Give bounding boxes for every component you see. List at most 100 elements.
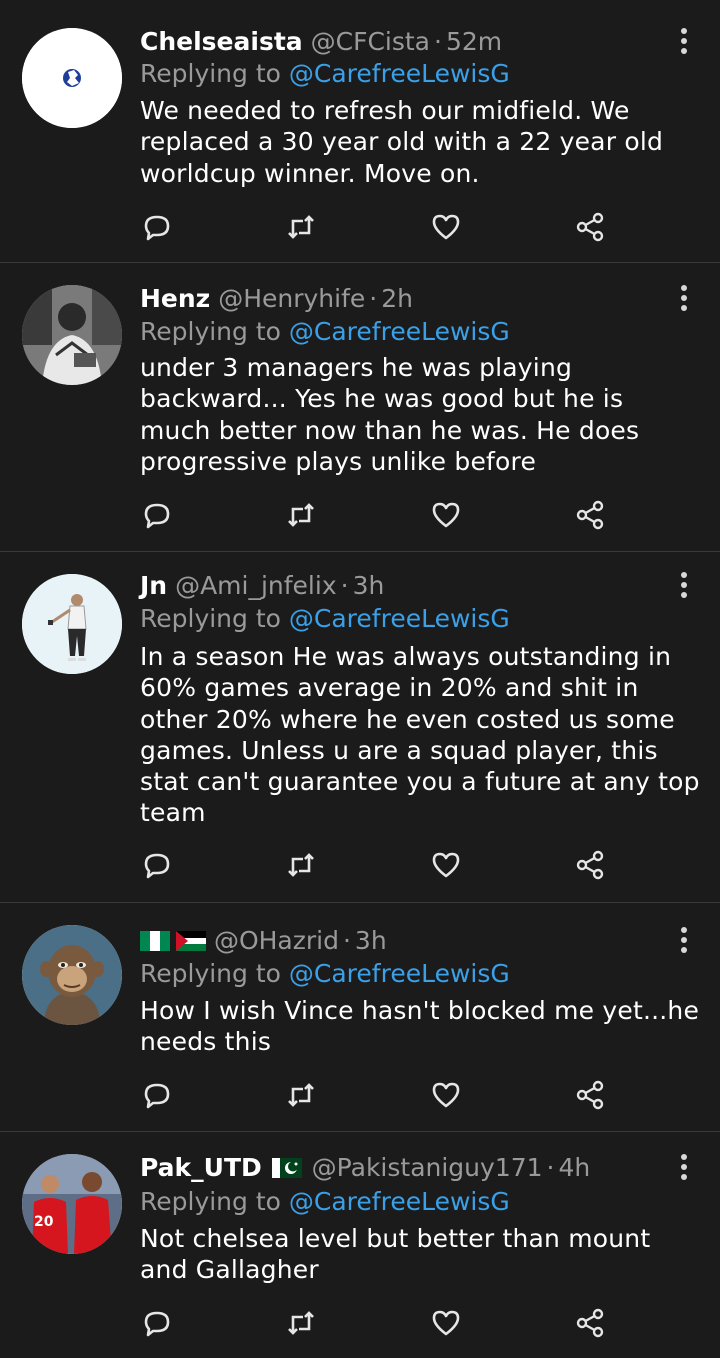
separator-dot: · [434, 27, 442, 56]
tweet-actions [140, 848, 610, 882]
heart-icon [432, 852, 460, 878]
more-options-button[interactable] [672, 570, 696, 600]
reply-button[interactable] [140, 498, 174, 532]
tweet[interactable]: Henz @Henryhife · 2h Replying to @Carefree… [0, 263, 720, 552]
avatar[interactable] [22, 574, 122, 674]
tweet-text: Not chelsea level but better than mount … [140, 1224, 651, 1285]
more-options-button[interactable] [672, 1152, 696, 1182]
share-icon [576, 1080, 604, 1110]
separator-dot: · [546, 1153, 555, 1182]
replying-to-label: Replying to [140, 604, 281, 633]
tweet-text: under 3 managers he was playing backward… [140, 353, 640, 476]
display-name[interactable]: Chelseaista [140, 27, 303, 56]
reply-button[interactable] [140, 1306, 174, 1340]
retweet-button[interactable] [284, 848, 318, 882]
tweet-actions [140, 1078, 610, 1112]
mention-link[interactable]: @CarefreeLewisG [289, 1187, 510, 1216]
mention-link[interactable]: @CarefreeLewisG [289, 604, 510, 633]
like-button[interactable] [429, 1078, 463, 1112]
replying-to: Replying to @CarefreeLewisG [140, 58, 510, 90]
share-icon [576, 500, 604, 530]
nigeria-flag-icon [140, 931, 170, 951]
timestamp: 3h [354, 926, 387, 955]
avatar[interactable] [22, 285, 122, 385]
tweet-actions [140, 1306, 610, 1340]
user-handle[interactable]: @OHazrid [214, 926, 339, 955]
retweet-button[interactable] [284, 210, 318, 244]
like-button[interactable] [429, 210, 463, 244]
more-options-button[interactable] [672, 26, 696, 56]
reply-button[interactable] [140, 210, 174, 244]
reply-button[interactable] [140, 1078, 174, 1112]
name-flags [140, 929, 206, 961]
tweet[interactable]: 20 Pak_UTD @Pakistaniguy171 · 4h Replying … [0, 1132, 720, 1358]
tweet-header: Henz @Henryhife · 2h [140, 283, 413, 315]
tweet-header: Chelseaista @CFCista · 52m [140, 26, 502, 58]
replying-to-label: Replying to [140, 1187, 281, 1216]
avatar[interactable]: 20 [22, 1154, 122, 1254]
more-vertical-icon [681, 572, 687, 598]
more-options-button[interactable] [672, 925, 696, 955]
like-button[interactable] [429, 1306, 463, 1340]
share-icon [576, 1308, 604, 1338]
reply-icon [144, 1311, 170, 1337]
timestamp: 4h [558, 1153, 591, 1182]
share-button[interactable] [573, 1306, 607, 1340]
reply-icon [144, 215, 170, 241]
reply-button[interactable] [140, 848, 174, 882]
more-vertical-icon [681, 28, 687, 54]
share-button[interactable] [573, 1078, 607, 1112]
retweet-icon [288, 1311, 314, 1335]
more-options-button[interactable] [672, 283, 696, 313]
tweet[interactable]: Jn @Ami_jnfelix · 3h Replying to @Carefree… [0, 552, 720, 903]
pakistan-flag-icon [271, 1158, 302, 1178]
like-button[interactable] [429, 848, 463, 882]
timestamp: 2h [381, 284, 413, 313]
tweet-text: We needed to refresh our midfield. We re… [140, 96, 664, 188]
tweet-text: How I wish Vince hasn't blocked me yet..… [140, 996, 700, 1057]
retweet-button[interactable] [284, 498, 318, 532]
replying-to-label: Replying to [140, 59, 281, 88]
tweet-text: In a season He was always outstanding in… [140, 642, 700, 828]
user-handle[interactable]: @CFCista [311, 27, 430, 56]
mention-link[interactable]: @CarefreeLewisG [289, 317, 510, 346]
retweet-icon [288, 853, 314, 877]
replying-to: Replying to @CarefreeLewisG [140, 958, 510, 990]
share-button[interactable] [573, 848, 607, 882]
like-button[interactable] [429, 498, 463, 532]
palestine-flag-icon [176, 931, 206, 951]
tweet-actions [140, 210, 610, 244]
separator-dot: · [340, 571, 349, 600]
name-flags [270, 1156, 304, 1188]
replying-to-label: Replying to [140, 959, 281, 988]
share-icon [576, 850, 604, 880]
reply-icon [144, 853, 170, 879]
display-name[interactable]: Henz [140, 284, 210, 313]
tweet-header: @OHazrid · 3h [140, 925, 387, 961]
mention-link[interactable]: @CarefreeLewisG [289, 59, 510, 88]
user-handle[interactable]: @Henryhife [218, 284, 365, 313]
heart-icon [432, 1310, 460, 1336]
ape-nft-icon [22, 925, 122, 1025]
heart-icon [432, 502, 460, 528]
avatar[interactable] [22, 925, 122, 1025]
chelsea-crest-icon [22, 28, 122, 128]
user-handle[interactable]: @Ami_jnfelix [175, 571, 337, 600]
mention-link[interactable]: @CarefreeLewisG [289, 959, 510, 988]
share-button[interactable] [573, 498, 607, 532]
tweet[interactable]: Chelseaista @CFCista · 52m Replying to @Ca… [0, 0, 720, 263]
reply-icon [144, 1083, 170, 1109]
retweet-button[interactable] [284, 1306, 318, 1340]
reply-icon [144, 503, 170, 529]
svg-text:20: 20 [34, 1214, 54, 1230]
share-button[interactable] [573, 210, 607, 244]
tweet[interactable]: @OHazrid · 3h Replying to @CarefreeLewisG … [0, 903, 720, 1132]
display-name[interactable]: Jn [140, 571, 167, 600]
share-icon [576, 212, 604, 242]
retweet-button[interactable] [284, 1078, 318, 1112]
user-handle[interactable]: @Pakistaniguy171 [312, 1153, 543, 1182]
display-name[interactable]: Pak_UTD [140, 1153, 262, 1182]
more-vertical-icon [681, 1154, 687, 1180]
avatar[interactable] [22, 28, 122, 128]
separator-dot: · [369, 284, 378, 313]
